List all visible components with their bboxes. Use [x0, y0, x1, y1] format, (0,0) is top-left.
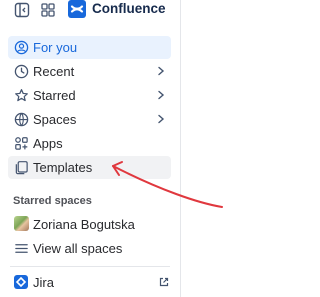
app-switcher-icon[interactable]: [40, 2, 56, 18]
top-bar: Confluence: [0, 0, 180, 20]
nav-item-label: Starred: [33, 88, 76, 103]
space-avatar: [14, 216, 29, 231]
list-icon: [15, 244, 28, 253]
section-title-starred-spaces: Starred spaces: [13, 195, 92, 207]
divider: [10, 266, 170, 267]
star-icon: [15, 89, 28, 102]
nav-item-label: Apps: [33, 136, 63, 151]
view-all-spaces-label: View all spaces: [33, 241, 123, 256]
nav-item-templates[interactable]: Templates: [8, 156, 171, 179]
sidebar: Confluence For you Recent Starred Spaces…: [0, 0, 181, 297]
nav-item-label: For you: [33, 40, 78, 55]
apps-icon: [15, 137, 28, 150]
space-item-label: Zoriana Bogutska: [33, 217, 135, 232]
nav-item-starred[interactable]: Starred: [8, 84, 171, 107]
chevron-right-icon[interactable]: [156, 90, 166, 100]
external-link-icon[interactable]: [159, 277, 169, 287]
nav-item-label: Recent: [33, 64, 75, 79]
app-item-label: Jira: [33, 275, 54, 290]
view-all-spaces-link[interactable]: View all spaces: [8, 237, 171, 260]
nav-item-label: Templates: [33, 160, 93, 175]
nav-item-for-you[interactable]: For you: [8, 36, 171, 59]
templates-icon: [15, 161, 28, 175]
user-circle-icon: [14, 40, 29, 55]
chevron-right-icon[interactable]: [156, 66, 166, 76]
nav-item-spaces[interactable]: Spaces: [8, 108, 171, 131]
clock-icon: [14, 64, 29, 79]
jira-logo-icon: [14, 275, 28, 289]
sidebar-toggle-icon[interactable]: [14, 2, 30, 18]
app-item-jira[interactable]: Jira: [8, 271, 171, 294]
brand-name[interactable]: Confluence: [92, 1, 166, 16]
nav-item-label: Spaces: [33, 112, 77, 127]
nav-item-apps[interactable]: Apps: [8, 132, 171, 155]
confluence-logo-icon[interactable]: [68, 0, 86, 18]
chevron-right-icon[interactable]: [156, 114, 166, 124]
nav-item-recent[interactable]: Recent: [8, 60, 171, 83]
space-item-zoriana-bogutska[interactable]: Zoriana Bogutska: [8, 213, 171, 236]
spaces-icon: [14, 112, 29, 127]
